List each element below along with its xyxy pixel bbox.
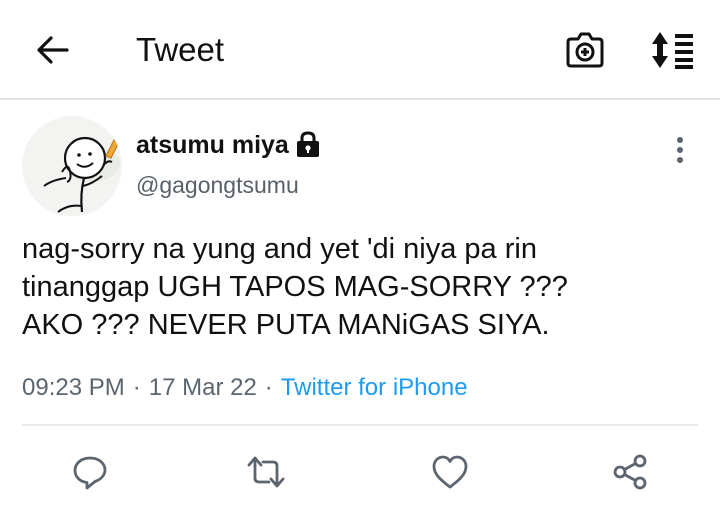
app-header: Tweet — [0, 0, 720, 100]
tweet-text-line: nag-sorry na yung and yet 'di niya pa ri… — [22, 233, 537, 265]
heart-icon — [432, 455, 468, 489]
tweet-date: 17 Mar 22 — [148, 374, 257, 401]
sort-button[interactable] — [646, 26, 700, 74]
meta-separator: · — [264, 374, 273, 401]
camera-button[interactable] — [560, 26, 610, 74]
divider — [22, 424, 698, 426]
more-vertical-icon — [677, 137, 683, 163]
author-handle[interactable]: @gagongtsumu — [136, 172, 299, 199]
avatar-drawing — [22, 116, 122, 216]
retweet-icon — [247, 456, 285, 488]
sort-icon — [652, 32, 693, 69]
meta-separator: · — [132, 374, 141, 401]
author-row: atsumu miya — [136, 128, 321, 162]
reply-icon — [73, 456, 107, 490]
share-button[interactable] — [606, 448, 654, 496]
reply-button[interactable] — [66, 448, 114, 496]
arrow-left-icon — [37, 36, 69, 64]
tweet-actions — [0, 440, 720, 504]
retweet-button[interactable] — [242, 448, 290, 496]
page-title: Tweet — [136, 31, 225, 68]
tweet-text-line: tinanggap UGH TAPOS MAG-SORRY ??? — [22, 271, 568, 303]
more-options-button[interactable] — [664, 132, 696, 168]
tweet-meta: 09:23 PM · 17 Mar 22 · Twitter for iPhone — [22, 372, 468, 404]
tweet-time: 09:23 PM — [22, 374, 125, 401]
lock-icon — [295, 131, 321, 159]
tweet-text: nag-sorry na yung and yet 'di niya pa ri… — [22, 230, 702, 344]
tweet-source-link[interactable]: Twitter for iPhone — [281, 374, 468, 401]
display-name[interactable]: atsumu miya — [136, 131, 289, 160]
like-button[interactable] — [426, 448, 474, 496]
tweet-text-line: AKO ??? NEVER PUTA MANiGAS SIYA. — [22, 309, 550, 341]
share-icon — [613, 454, 647, 490]
camera-icon — [566, 32, 604, 68]
back-button[interactable] — [28, 28, 76, 72]
avatar[interactable] — [22, 116, 122, 216]
